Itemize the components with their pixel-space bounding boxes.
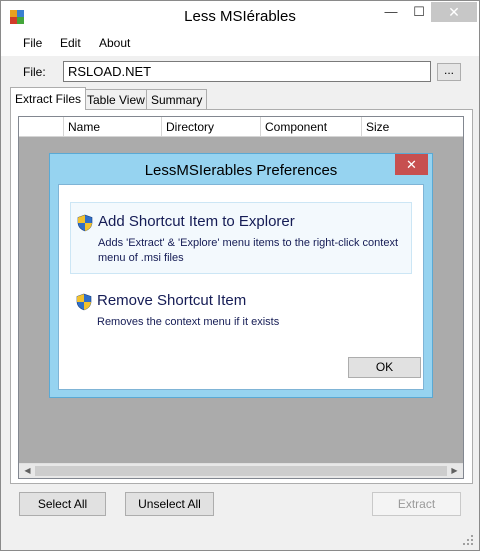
menu-bar: File Edit About [1,32,479,56]
remove-shortcut-description: Removes the context menu if it exists [97,316,280,328]
add-shortcut-description: Adds 'Extract' & 'Explore' menu items to… [98,237,399,264]
scroll-left-icon[interactable]: ◀ [20,465,35,477]
dialog-body: Add Shortcut Item to Explorer Adds 'Extr… [58,184,424,390]
extract-button: Extract [372,492,461,516]
grid-header: Name Directory Component Size [19,117,463,137]
minimize-button[interactable]: — [377,2,405,22]
column-size[interactable]: Size [361,117,463,137]
resize-grip-icon[interactable] [461,533,475,547]
remove-shortcut-command-link[interactable]: Remove Shortcut Item Removes the context… [70,282,412,338]
menu-edit[interactable]: Edit [60,36,81,50]
add-shortcut-command-link[interactable]: Add Shortcut Item to Explorer Adds 'Extr… [70,202,412,274]
tab-table-view[interactable]: Table View [82,89,150,109]
browse-button[interactable]: ... [437,63,461,81]
tab-summary[interactable]: Summary [146,89,208,109]
menu-about[interactable]: About [99,36,130,50]
horizontal-scrollbar[interactable]: ◀ ▶ [19,463,463,478]
ok-button[interactable]: OK [348,357,421,378]
title-bar[interactable]: Less MSIérables — ☐ ✕ [1,1,479,32]
scroll-right-icon[interactable]: ▶ [447,465,462,477]
file-label: File: [23,65,46,79]
column-component[interactable]: Component [260,117,361,137]
file-path-input[interactable]: RSLOAD.NET [63,61,431,82]
menu-file[interactable]: File [23,36,42,50]
preferences-dialog: LessMSIerables Preferences ✕ Add Shortcu… [49,153,433,398]
dialog-close-button[interactable]: ✕ [395,154,428,175]
column-directory[interactable]: Directory [161,117,260,137]
maximize-button[interactable]: ☐ [405,2,433,22]
uac-shield-icon [77,214,93,232]
main-window: Less MSIérables — ☐ ✕ File Edit About Fi… [0,0,480,551]
tab-extract-files[interactable]: Extract Files [10,87,87,110]
column-name[interactable]: Name [63,117,161,137]
dialog-title: LessMSIerables Preferences [144,162,338,179]
unselect-all-button[interactable]: Unselect All [125,492,214,516]
scrollbar-thumb[interactable] [35,466,447,476]
close-button[interactable]: ✕ [431,2,477,22]
remove-shortcut-title: Remove Shortcut Item [97,292,247,309]
uac-shield-icon [76,293,92,311]
add-shortcut-title: Add Shortcut Item to Explorer [98,213,295,230]
column-select[interactable] [19,117,63,137]
select-all-button[interactable]: Select All [19,492,106,516]
